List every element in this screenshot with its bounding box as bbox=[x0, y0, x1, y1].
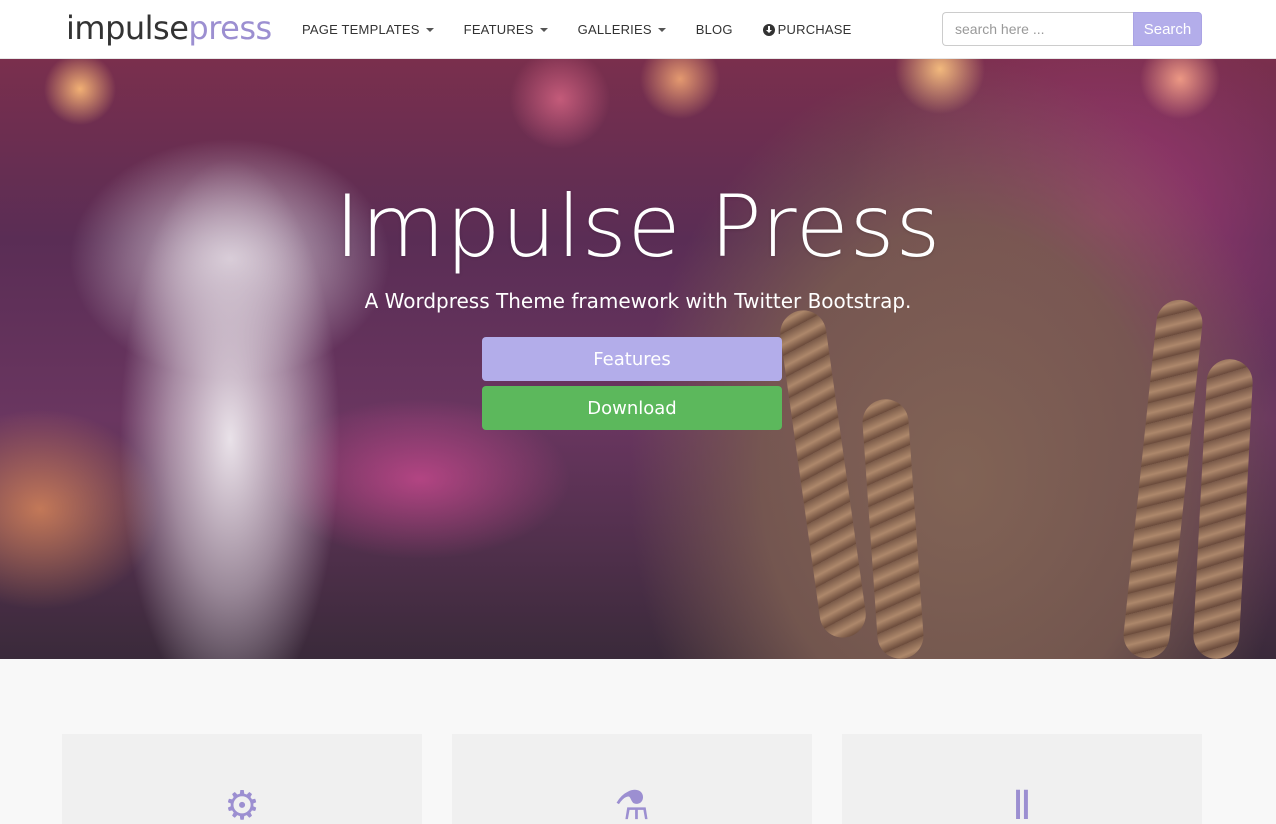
logo-text-accent: press bbox=[188, 9, 272, 47]
cog-icon: ⚙ bbox=[224, 783, 260, 824]
download-circle-icon bbox=[762, 23, 775, 36]
nav-purchase[interactable]: PURCHASE bbox=[762, 22, 852, 37]
nav-galleries[interactable]: GALLERIES bbox=[578, 22, 666, 37]
hero-banner: Impulse Press A Wordpress Theme framewor… bbox=[0, 59, 1276, 659]
feature-card: ⚙ bbox=[62, 734, 422, 824]
caret-down-icon bbox=[425, 28, 434, 32]
main-nav: PAGE TEMPLATES FEATURES GALLERIES BLOG P… bbox=[302, 0, 882, 59]
caret-down-icon bbox=[657, 28, 666, 32]
nav-galleries-label: GALLERIES bbox=[577, 22, 652, 37]
search-input[interactable] bbox=[942, 12, 1133, 46]
columns-icon: Ⅱ bbox=[1012, 783, 1032, 824]
hero-photo-detail bbox=[1121, 297, 1205, 659]
logo-text-primary: impulse bbox=[66, 9, 189, 47]
feature-card: Ⅱ bbox=[842, 734, 1202, 824]
feature-card: ⚗ bbox=[452, 734, 812, 824]
nav-blog-label: BLOG bbox=[695, 22, 733, 37]
flask-icon: ⚗ bbox=[614, 783, 650, 824]
nav-page-templates-label: PAGE TEMPLATES bbox=[302, 22, 420, 37]
nav-features-label: FEATURES bbox=[463, 22, 534, 37]
nav-purchase-label: PURCHASE bbox=[777, 22, 852, 37]
hero-photo-detail bbox=[860, 397, 926, 659]
hero-photo-detail bbox=[1192, 358, 1254, 659]
hero-title: Impulse Press bbox=[334, 177, 942, 277]
features-button[interactable]: Features bbox=[482, 337, 782, 381]
feature-cards-section: ⚙ ⚗ Ⅱ bbox=[0, 659, 1276, 824]
search-button[interactable]: Search bbox=[1133, 12, 1202, 46]
hero-photo-detail bbox=[777, 307, 869, 641]
nav-page-templates[interactable]: PAGE TEMPLATES bbox=[302, 22, 434, 37]
hero-subtitle: A Wordpress Theme framework with Twitter… bbox=[364, 289, 912, 313]
download-button[interactable]: Download bbox=[482, 386, 782, 430]
search-form: Search bbox=[942, 12, 1202, 46]
nav-features[interactable]: FEATURES bbox=[464, 22, 548, 37]
site-logo[interactable]: impulsepress bbox=[66, 8, 272, 48]
nav-blog[interactable]: BLOG bbox=[696, 22, 733, 37]
top-navbar: impulsepress PAGE TEMPLATES FEATURES GAL… bbox=[0, 0, 1276, 59]
caret-down-icon bbox=[539, 28, 548, 32]
